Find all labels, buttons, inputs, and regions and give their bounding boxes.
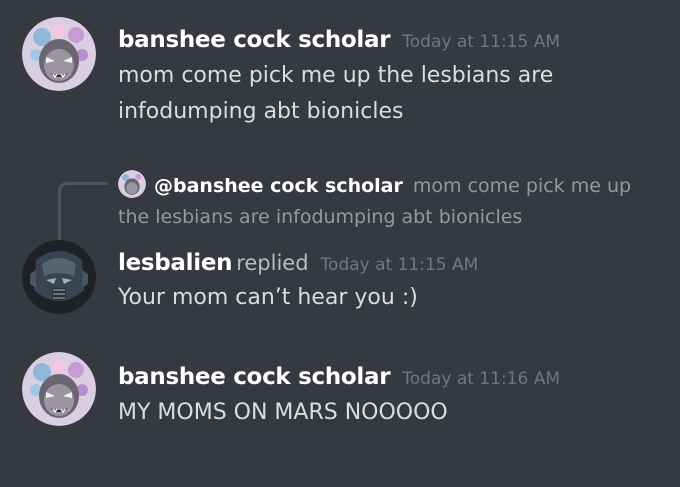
reply-reference[interactable]: @banshee cock scholar mom come pick me u… — [154, 172, 631, 200]
message-header: banshee cock scholar Today at 11:15 AM — [118, 29, 560, 52]
message-header: lesbalien replied Today at 11:15 AM — [118, 252, 478, 275]
message-text-line: Your mom can’t hear you :) — [118, 285, 418, 310]
message-header: banshee cock scholar Today at 11:16 AM — [118, 366, 560, 389]
timestamp: Today at 11:15 AM — [320, 255, 479, 275]
replied-label: replied — [236, 251, 309, 275]
message-3: banshee cock scholar Today at 11:16 AM MY… — [0, 340, 680, 440]
timestamp: Today at 11:16 AM — [402, 369, 560, 389]
message-1: banshee cock scholar Today at 11:15 AM mo… — [0, 0, 680, 150]
message-text-line: mom come pick me up the lesbians are — [118, 63, 554, 88]
robot-avatar-icon[interactable] — [22, 240, 96, 314]
fairy-avatar-icon[interactable] — [118, 170, 146, 198]
username[interactable]: banshee cock scholar — [118, 364, 391, 390]
message-text-line: MY MOMS ON MARS NOOOOO — [118, 400, 448, 425]
message-2: lesbalien replied Today at 11:15 AM Your m… — [0, 230, 680, 320]
fairy-avatar-icon[interactable] — [22, 17, 96, 91]
username[interactable]: lesbalien — [118, 250, 233, 276]
timestamp: Today at 11:15 AM — [402, 32, 560, 52]
username[interactable]: banshee cock scholar — [118, 27, 391, 53]
reply-preview-continued[interactable]: the lesbians are infodumping abt bionicl… — [118, 203, 522, 231]
message-text-line: infodumping abt bionicles — [118, 99, 404, 124]
reply-preview[interactable]: mom come pick me up — [413, 175, 631, 197]
fairy-avatar-icon[interactable] — [22, 352, 96, 426]
reply-mention[interactable]: @banshee cock scholar — [154, 175, 403, 197]
